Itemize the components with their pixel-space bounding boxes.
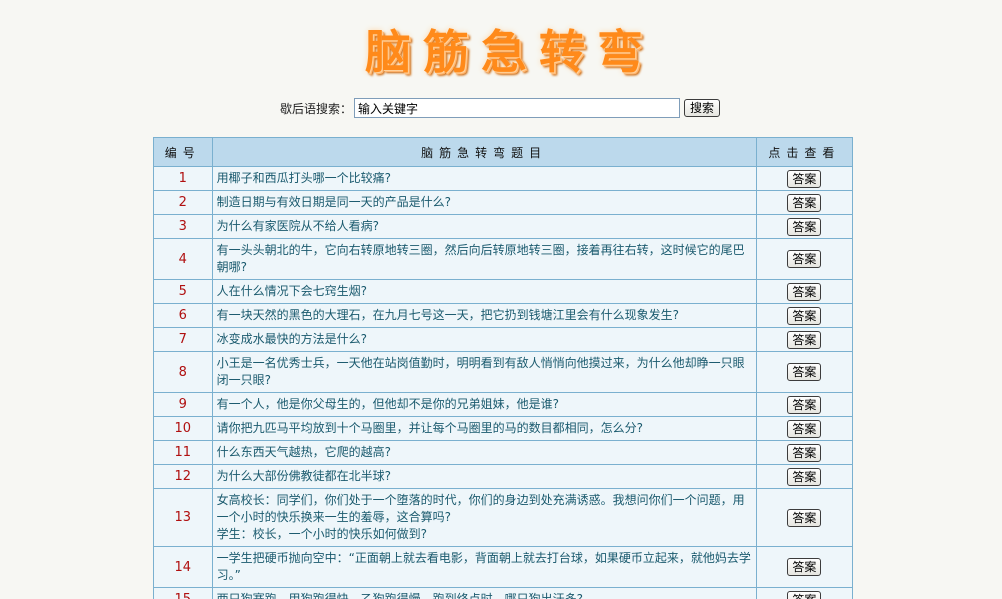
- question-text: 用椰子和西瓜打头哪一个比较痛?: [211, 166, 757, 191]
- question-text: 冰变成水最快的方法是什么?: [211, 327, 757, 352]
- answer-cell: 答案: [755, 464, 854, 489]
- row-number: 4: [153, 238, 213, 280]
- row-number: 2: [153, 190, 213, 215]
- table-body: 1 用椰子和西瓜打头哪一个比较痛? 答案 2 制造日期与有效日期是同一天的产品是什么? 答…: [153, 166, 854, 599]
- row-number: 6: [153, 303, 213, 328]
- table-row: 3 为什么有家医院从不给人看病? 答案: [153, 214, 854, 239]
- table-row: 1 用椰子和西瓜打头哪一个比较痛? 答案: [153, 166, 854, 191]
- answer-cell: 答案: [755, 327, 854, 352]
- answer-cell: 答案: [755, 392, 854, 417]
- answer-cell: 答案: [755, 166, 854, 191]
- table-row: 4 有一头头朝北的牛，它向右转原地转三圈，然后向后转原地转三圈，接着再往右转，这时…: [153, 238, 854, 280]
- row-number: 1: [153, 166, 213, 191]
- row-number: 12: [153, 464, 213, 489]
- answer-cell: 答案: [755, 190, 854, 215]
- answer-button[interactable]: 答案: [787, 443, 822, 462]
- table-row: 8 小王是一名优秀士兵，一天他在站岗值勤时，明明看到有敌人悄悄向他摸过来，为什么他…: [153, 351, 854, 393]
- answer-cell: 答案: [755, 303, 854, 328]
- table-row: 7 冰变成水最快的方法是什么? 答案: [153, 327, 854, 352]
- answer-button[interactable]: 答案: [787, 419, 822, 438]
- table-row: 14 一学生把硬币抛向空中：“正面朝上就去看电影，背面朝上就去打台球，如果硬币立起…: [153, 546, 854, 588]
- answer-button[interactable]: 答案: [787, 467, 822, 486]
- table-row: 15两只狗赛跑，甲狗跑得快，乙狗跑得慢，跑到终点时，哪只狗出汗多? 答案: [153, 587, 854, 599]
- question-text: 什么东西天气越热，它爬的越高?: [211, 440, 757, 465]
- row-number: 9: [153, 392, 213, 417]
- answer-cell: 答案: [755, 587, 854, 599]
- answer-cell: 答案: [755, 546, 854, 588]
- header-number: 编号: [153, 137, 213, 167]
- answer-button[interactable]: 答案: [787, 508, 822, 527]
- answer-button[interactable]: 答案: [787, 306, 822, 325]
- answer-button[interactable]: 答案: [787, 193, 822, 212]
- answer-cell: 答案: [755, 279, 854, 304]
- header-question: 脑筋急转弯题目: [211, 137, 757, 167]
- question-text: 两只狗赛跑，甲狗跑得快，乙狗跑得慢，跑到终点时，哪只狗出汗多?: [211, 587, 757, 599]
- row-number: 3: [153, 214, 213, 239]
- answer-button[interactable]: 答案: [787, 217, 822, 236]
- table-header-row: 编号 脑筋急转弯题目 点击查看: [153, 137, 854, 167]
- row-number: 5: [153, 279, 213, 304]
- answer-button[interactable]: 答案: [787, 395, 822, 414]
- row-number: 10: [153, 416, 213, 441]
- search-input[interactable]: [354, 98, 681, 118]
- search-label: 歇后语搜索：: [280, 101, 353, 116]
- table-row: 6 有一块天然的黑色的大理石，在九月七号这一天，把它扔到钱塘江里会有什么现象发生?…: [153, 303, 854, 328]
- page: 脑筋急转弯 歇后语搜索： 搜索 编号 脑筋急转弯题目 点击查看 1用椰子和西瓜打…: [0, 0, 1002, 599]
- question-text: 一学生把硬币抛向空中：“正面朝上就去看电影，背面朝上就去打台球，如果硬币立起来，…: [211, 546, 757, 588]
- table-row: 10 请你把九匹马平均放到十个马圈里，并让每个马圈里的马的数目都相同，怎么分? 答案: [153, 416, 854, 441]
- table-row: 12 为什么大部份佛教徒都在北半球? 答案: [153, 464, 854, 489]
- question-text: 有一块天然的黑色的大理石，在九月七号这一天，把它扔到钱塘江里会有什么现象发生?: [211, 303, 757, 328]
- answer-cell: 答案: [755, 416, 854, 441]
- question-text: 为什么大部份佛教徒都在北半球?: [211, 464, 757, 489]
- question-text: 为什么有家医院从不给人看病?: [211, 214, 757, 239]
- answer-button[interactable]: 答案: [787, 590, 822, 599]
- question-text: 小王是一名优秀士兵，一天他在站岗值勤时，明明看到有敌人悄悄向他摸过来，为什么他却…: [211, 351, 757, 393]
- answer-button[interactable]: 答案: [787, 363, 822, 381]
- question-text: 有一个人，他是你父母生的，但他却不是你的兄弟姐妹，他是谁?: [211, 392, 757, 417]
- answer-cell: 答案: [755, 214, 854, 239]
- table-row: 2 制造日期与有效日期是同一天的产品是什么? 答案: [153, 190, 854, 215]
- answer-cell: 答案: [755, 488, 854, 547]
- row-number: 14: [153, 546, 213, 588]
- question-text: 有一头头朝北的牛，它向右转原地转三圈，然后向后转原地转三圈，接着再往右转，这时候…: [211, 238, 757, 280]
- search-button[interactable]: 搜索: [684, 99, 721, 117]
- answer-cell: 答案: [755, 440, 854, 465]
- row-number: 8: [153, 351, 213, 393]
- answer-button[interactable]: 答案: [787, 282, 822, 301]
- answer-button[interactable]: 答案: [787, 250, 822, 268]
- table-row: 5 人在什么情况下会七窍生烟? 答案: [153, 279, 854, 304]
- question-text: 女高校长：同学们，你们处于一个堕落的时代，你们的身边到处充满诱惑。我想问你们一个…: [211, 488, 757, 547]
- answer-button[interactable]: 答案: [787, 169, 822, 188]
- page-title: 脑筋急转弯: [365, 25, 655, 79]
- row-number: 13: [153, 488, 213, 547]
- question-text: 人在什么情况下会七窍生烟?: [211, 279, 757, 304]
- table-row: 11 什么东西天气越热，它爬的越高? 答案: [153, 440, 854, 465]
- row-number: 11: [153, 440, 213, 465]
- row-number: 15: [153, 587, 213, 599]
- search-bar: 歇后语搜索： 搜索: [280, 97, 721, 119]
- answer-button[interactable]: 答案: [787, 558, 822, 576]
- question-table: 编号 脑筋急转弯题目 点击查看 1 用椰子和西瓜打头哪一个比较痛? 答案 2 制造日期与…: [153, 137, 854, 599]
- answer-cell: 答案: [755, 238, 854, 280]
- table-row: 9 有一个人，他是你父母生的，但他却不是你的兄弟姐妹，他是谁? 答案: [153, 392, 854, 417]
- answer-button[interactable]: 答案: [787, 330, 822, 349]
- answer-cell: 答案: [755, 351, 854, 393]
- table-row: 13 女高校长：同学们，你们处于一个堕落的时代，你们的身边到处充满诱惑。我想问你们…: [153, 488, 854, 547]
- question-text: 制造日期与有效日期是同一天的产品是什么?: [211, 190, 757, 215]
- header-view: 点击查看: [755, 137, 854, 167]
- question-text: 请你把九匹马平均放到十个马圈里，并让每个马圈里的马的数目都相同，怎么分?: [211, 416, 757, 441]
- row-number: 7: [153, 327, 213, 352]
